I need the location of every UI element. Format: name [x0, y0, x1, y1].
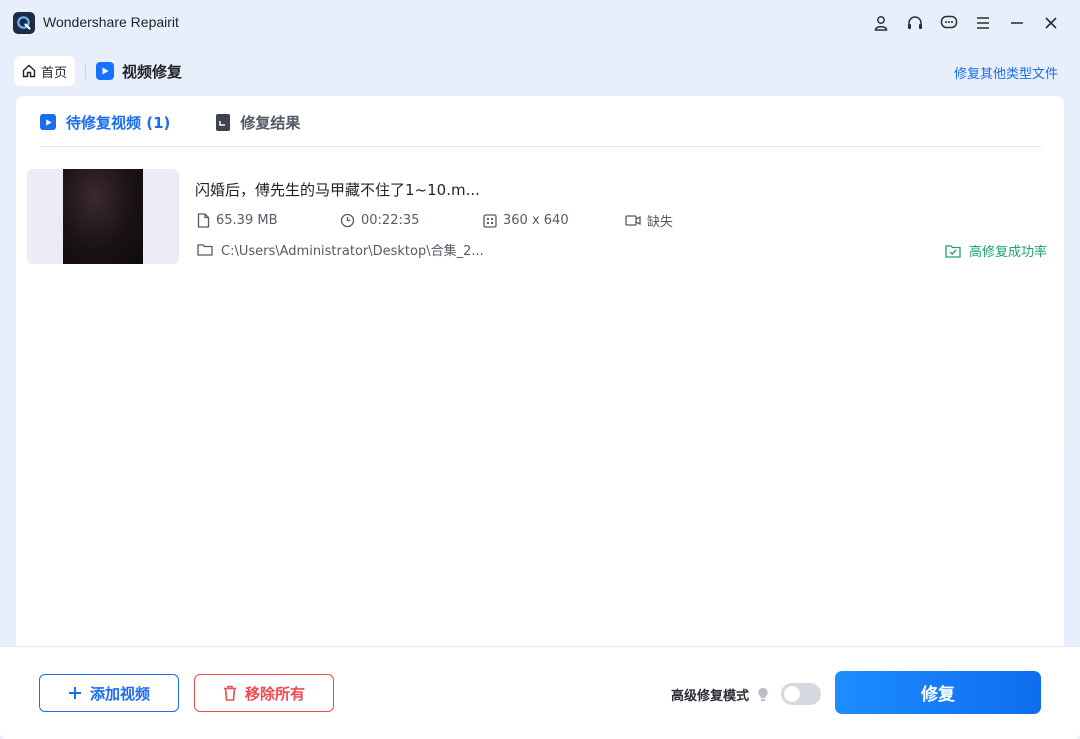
remove-all-label: 移除所有 — [244, 684, 305, 703]
file-resolution-value: 360 x 640 — [503, 213, 569, 228]
window-controls — [864, 12, 1068, 34]
status-badge: 高修复成功率 — [945, 241, 1047, 260]
file-audio: 缺失 — [625, 211, 673, 230]
add-video-label: 添加视频 — [89, 684, 150, 703]
support-headset-icon[interactable] — [898, 12, 932, 34]
advanced-mode-toggle[interactable] — [781, 683, 822, 705]
resolution-icon — [483, 213, 497, 228]
toggle-knob — [784, 686, 801, 702]
breadcrumb: 首页 视频修复 — [14, 56, 182, 86]
app-title: Wondershare Repairit — [43, 14, 179, 30]
menu-icon[interactable] — [966, 12, 1000, 34]
remove-all-button[interactable]: 移除所有 — [194, 674, 334, 712]
status-badge-label: 高修复成功率 — [968, 245, 1047, 260]
tab-bar: 待修复视频 (1) 修复结果 — [40, 110, 300, 134]
account-icon[interactable] — [864, 12, 898, 34]
video-camera-icon — [625, 215, 641, 226]
breadcrumb-current-label: 视频修复 — [122, 62, 183, 81]
file-path: C:\Users\Administrator\Desktop\合集_2... — [197, 240, 484, 259]
title-bar: Wondershare Repairit — [0, 0, 1080, 46]
close-icon[interactable] — [1034, 12, 1068, 34]
tab-pending-videos[interactable]: 待修复视频 (1) — [40, 112, 170, 133]
home-icon — [22, 64, 36, 78]
file-icon — [197, 213, 210, 228]
app-window: Wondershare Repairit 首页 视频修复 修复其他类型文件 待修… — [0, 0, 1080, 739]
tabs-divider — [40, 146, 1042, 147]
file-duration-value: 00:22:35 — [361, 213, 420, 228]
file-path-value: C:\Users\Administrator\Desktop\合集_2... — [221, 244, 484, 259]
folder-icon — [197, 244, 213, 256]
footer-bar: 添加视频 移除所有 高级修复模式 修复 — [0, 646, 1080, 739]
main-panel: 待修复视频 (1) 修复结果 闪婚后，傅先生的马甲藏不住了1~10.m... 6… — [16, 96, 1064, 656]
lightbulb-icon[interactable] — [757, 687, 769, 702]
file-size: 65.39 MB — [197, 213, 340, 228]
folder-check-icon — [945, 244, 961, 258]
repair-button[interactable]: 修复 — [835, 671, 1041, 714]
clock-icon — [340, 213, 355, 228]
minimize-icon[interactable] — [1000, 12, 1034, 34]
breadcrumb-separator — [85, 63, 87, 79]
add-video-button[interactable]: 添加视频 — [39, 674, 179, 712]
breadcrumb-current: 视频修复 — [96, 61, 182, 82]
file-resolution: 360 x 640 — [483, 213, 625, 228]
tab-repair-results[interactable]: 修复结果 — [216, 112, 300, 133]
file-duration: 00:22:35 — [340, 213, 483, 228]
file-size-value: 65.39 MB — [216, 213, 278, 228]
advanced-mode: 高级修复模式 — [671, 683, 822, 705]
home-label: 首页 — [41, 65, 68, 81]
file-name: 闪婚后，傅先生的马甲藏不住了1~10.m... — [195, 181, 480, 199]
advanced-mode-label: 高级修复模式 — [671, 688, 750, 704]
file-meta: 65.39 MB 00:22:35 360 x 640 缺失 — [197, 211, 673, 230]
trash-icon — [223, 685, 236, 701]
tab-pending-label: 待修复视频 (1) — [66, 113, 171, 132]
file-audio-value: 缺失 — [647, 215, 674, 230]
home-button[interactable]: 首页 — [14, 56, 76, 86]
video-thumbnail-frame — [63, 169, 143, 264]
document-icon — [216, 113, 231, 131]
list-item[interactable]: 闪婚后，傅先生的马甲藏不住了1~10.m... 65.39 MB 00:22:3… — [27, 169, 1047, 265]
repair-other-types-link[interactable]: 修复其他类型文件 — [954, 63, 1058, 82]
app-logo-icon — [13, 12, 35, 34]
video-thumbnail — [27, 169, 179, 264]
plus-icon — [68, 687, 81, 699]
tab-results-label: 修复结果 — [240, 113, 301, 132]
video-repair-icon — [96, 62, 115, 80]
play-icon — [40, 114, 56, 130]
feedback-chat-icon[interactable] — [932, 12, 966, 34]
